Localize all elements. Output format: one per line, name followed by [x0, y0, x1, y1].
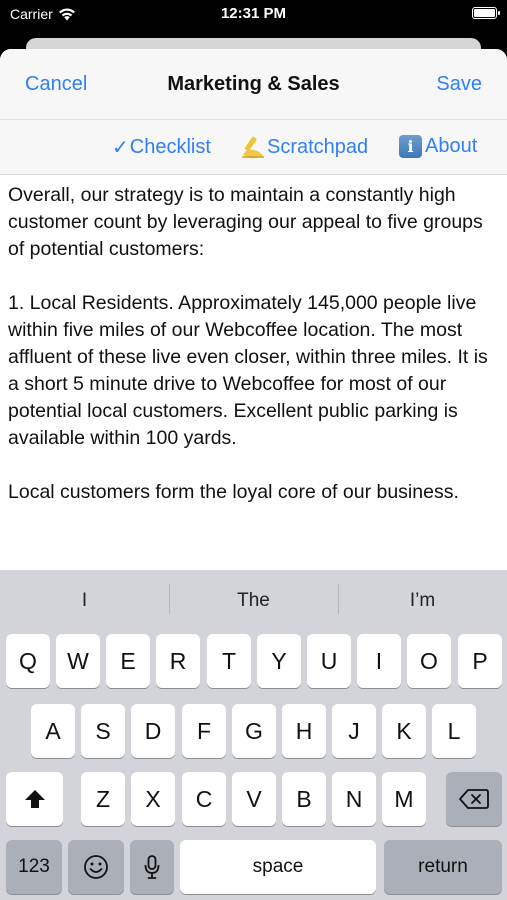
key-w[interactable]: W — [56, 634, 100, 688]
battery-icon — [472, 7, 500, 19]
delete-icon — [459, 789, 489, 809]
save-button[interactable]: Save — [436, 73, 482, 96]
about-label: About — [425, 135, 478, 157]
key-u[interactable]: U — [307, 634, 351, 688]
return-key[interactable]: return — [384, 840, 502, 894]
predictive-bar: I The I’m — [0, 570, 507, 628]
key-x[interactable]: X — [131, 772, 175, 826]
key-s[interactable]: S — [81, 704, 125, 758]
key-g[interactable]: G — [232, 704, 276, 758]
info-icon: i — [399, 135, 422, 158]
status-bar: Carrier 12:31 PM — [0, 0, 507, 34]
key-d[interactable]: D — [131, 704, 175, 758]
key-m[interactable]: M — [382, 772, 426, 826]
key-c[interactable]: C — [182, 772, 226, 826]
dictation-key[interactable] — [130, 840, 174, 894]
navigation-bar: Cancel Marketing & Sales Save — [0, 49, 507, 119]
keyboard: I The I’m Q W E R T Y U I O P A S D F G … — [0, 570, 507, 900]
checklist-button[interactable]: ✓ Checklist — [112, 135, 211, 160]
key-b[interactable]: B — [282, 772, 326, 826]
emoji-icon — [84, 855, 108, 879]
scratchpad-label: Scratchpad — [267, 135, 369, 158]
key-i[interactable]: I — [357, 634, 401, 688]
key-e[interactable]: E — [106, 634, 150, 688]
key-z[interactable]: Z — [81, 772, 125, 826]
key-a[interactable]: A — [31, 704, 75, 758]
key-n[interactable]: N — [332, 772, 376, 826]
about-button[interactable]: i About — [399, 135, 477, 158]
key-v[interactable]: V — [232, 772, 276, 826]
text-editor[interactable]: Overall, our strategy is to maintain a c… — [8, 182, 502, 506]
shift-icon — [24, 790, 45, 808]
key-h[interactable]: H — [282, 704, 326, 758]
suggestion-2[interactable]: The — [169, 590, 338, 612]
key-f[interactable]: F — [182, 704, 226, 758]
space-key[interactable]: space — [180, 840, 376, 894]
writing-hand-icon — [242, 136, 264, 159]
status-time: 12:31 PM — [220, 5, 287, 22]
key-l[interactable]: L — [432, 704, 476, 758]
suggestion-3[interactable]: I’m — [338, 590, 507, 612]
microphone-icon — [144, 855, 160, 879]
key-p[interactable]: P — [458, 634, 502, 688]
suggestion-1[interactable]: I — [0, 590, 169, 612]
key-r[interactable]: R — [156, 634, 200, 688]
checklist-label: Checklist — [129, 136, 211, 158]
cancel-button[interactable]: Cancel — [25, 73, 87, 96]
checkmark-icon: ✓ — [112, 137, 129, 159]
shift-key[interactable] — [6, 772, 63, 826]
key-o[interactable]: O — [407, 634, 451, 688]
toolbar: ✓ Checklist Scratchpad i About — [0, 119, 507, 175]
key-q[interactable]: Q — [6, 634, 50, 688]
emoji-key[interactable] — [68, 840, 124, 894]
key-k[interactable]: K — [382, 704, 426, 758]
delete-key[interactable] — [446, 772, 502, 826]
scratchpad-button[interactable]: Scratchpad — [240, 135, 368, 159]
key-j[interactable]: J — [332, 704, 376, 758]
numbers-key[interactable]: 123 — [6, 840, 62, 894]
key-y[interactable]: Y — [257, 634, 301, 688]
key-t[interactable]: T — [207, 634, 251, 688]
